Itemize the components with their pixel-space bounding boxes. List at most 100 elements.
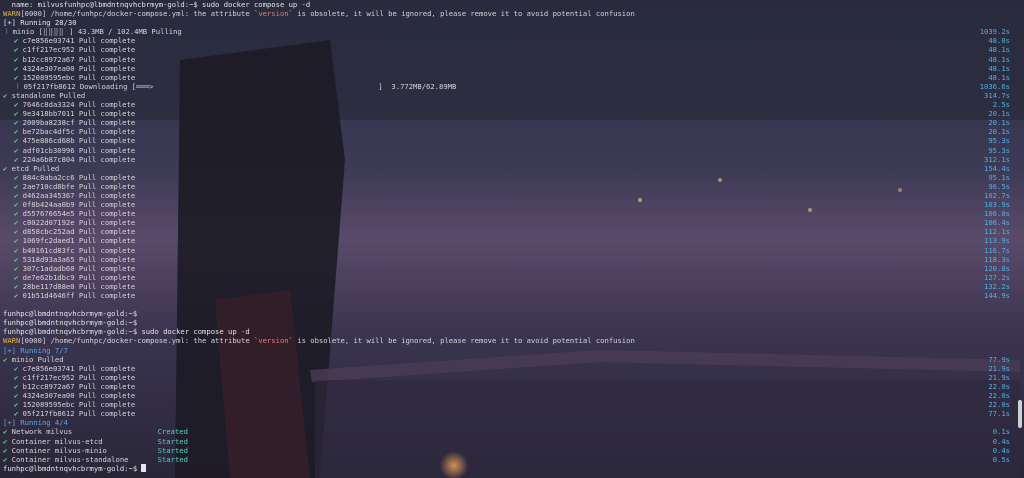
check-icon: ✔ <box>14 127 23 137</box>
check-icon: ✔ <box>14 209 23 219</box>
elapsed-time: 0.4s <box>992 436 1010 446</box>
elapsed-time: 312.1s <box>984 154 1010 164</box>
elapsed-time: 106.4s <box>984 218 1010 228</box>
elapsed-time: 132.2s <box>984 281 1010 291</box>
terminal-line: ✔ c7e856e03741 Pull complete 21.9s <box>3 364 1015 373</box>
indent: ✔ de7e62b1dbc9 Pull complete <box>3 273 135 282</box>
line-text: funhpc@lbmdntnqvhcbrmym-gold:~$ sudo doc… <box>3 327 250 337</box>
terminal-line: ✔ d557676654e5 Pull complete 106.0s <box>3 209 1015 218</box>
terminal-line: ✔ 05f217fb8612 Pull complete 77.1s <box>3 409 1015 418</box>
terminal-line: funhpc@lbmdntnqvhcbrmym-gold:~$ sudo doc… <box>3 327 1015 336</box>
elapsed-time: 103.9s <box>984 200 1010 210</box>
terminal-line: ✔ 1069fc2daed1 Pull complete 113.9s <box>3 236 1015 245</box>
terminal-line: ✔ 224a6b87c804 Pull complete 312.1s <box>3 155 1015 164</box>
check-icon: ✔ <box>14 363 23 373</box>
indent: ✔ 884c8aba2cc6 Pull complete <box>3 173 135 182</box>
elapsed-time: 77.1s <box>988 409 1010 419</box>
indent: ✔ b12cc8972a67 Pull complete <box>3 55 135 64</box>
layer-status: 28be117d88e0 Pull complete <box>22 281 136 291</box>
check-icon: ✔ <box>14 136 23 146</box>
check-icon: ✔ <box>14 218 23 228</box>
terminal-line: ✔ 2009ba8238cf Pull complete 20.1s <box>3 118 1015 127</box>
terminal-line: ✔ standalone Pulled 314.7s <box>3 91 1015 100</box>
layer-status: 2009ba8238cf Pull complete <box>22 118 136 128</box>
warn-message: [0000] /home/funhpc/docker-compose.yml: … <box>20 9 259 19</box>
terminal-line: funhpc@lbmdntnqvhcbrmym-gold:~$ <box>3 318 1015 327</box>
indent: ⠸ 05f217fb8612 Downloading [═══> ] 3.772… <box>3 82 456 91</box>
terminal-line: ✔ 475e886cd68b Pull complete 95.3s <box>3 136 1015 145</box>
terminal-line: [+] Running 28/30 <box>3 18 1015 27</box>
indent: ✔ d557676654e5 Pull complete <box>3 209 135 218</box>
elapsed-time: 22.0s <box>988 400 1010 410</box>
indent: ✔ 7646c8da3324 Pull complete <box>3 100 135 109</box>
terminal-line: WARN[0000] /home/funhpc/docker-compose.y… <box>3 9 1015 18</box>
check-icon: ✔ <box>14 63 23 73</box>
terminal-line: funhpc@lbmdntnqvhcbrmym-gold:~$ <box>3 309 1015 318</box>
check-icon: ✔ <box>14 109 23 119</box>
check-icon: ✔ <box>14 118 23 128</box>
terminal-line: ✔ Network milvus Created 0.1s <box>3 427 1015 436</box>
terminal-line: ✔ c1ff217ec952 Pull complete 21.9s <box>3 373 1015 382</box>
warn-message-end: ` is obsolete, it will be ignored, pleas… <box>288 336 635 346</box>
version-attribute: version <box>258 9 289 19</box>
terminal-scrollbar[interactable] <box>1018 400 1022 428</box>
indent: ✔ adf01cb30996 Pull complete <box>3 146 135 155</box>
check-icon: ✔ <box>14 254 23 264</box>
image-status: minio Pulled <box>11 354 64 364</box>
terminal-line: ✔ d462aa345367 Pull complete 102.7s <box>3 191 1015 200</box>
terminal-line: ✔ 2ae710cd8bfe Pull complete 96.5s <box>3 182 1015 191</box>
check-icon: ✔ <box>3 427 12 437</box>
indent: ✔ d858cbc252ad Pull complete <box>3 227 135 236</box>
layer-status: c1ff217ec952 Pull complete <box>22 372 136 382</box>
elapsed-time: 22.0s <box>988 391 1010 401</box>
check-icon: ✔ <box>14 272 23 282</box>
terminal-line: ✔ d858cbc252ad Pull complete 112.1s <box>3 227 1015 236</box>
check-icon: ✔ <box>14 100 23 110</box>
terminal-line: ✔ adf01cb30996 Pull complete 95.3s <box>3 146 1015 155</box>
indent: ✔ 475e886cd68b Pull complete <box>3 136 135 145</box>
service-status: Started <box>157 445 188 455</box>
check-icon: ✔ <box>14 245 23 255</box>
layer-status: b12cc8972a67 Pull complete <box>22 381 136 391</box>
terminal-line: ✔ 884c8aba2cc6 Pull complete 95.1s <box>3 173 1015 182</box>
check-icon: ✔ <box>14 145 23 155</box>
elapsed-time: 48.1s <box>988 54 1010 64</box>
check-icon: ✔ <box>14 154 23 164</box>
terminal-line: ✔ 9e3418bb7011 Pull complete 20.1s <box>3 109 1015 118</box>
check-icon: ✔ <box>14 72 23 82</box>
layer-status: 884c8aba2cc6 Pull complete <box>22 172 136 182</box>
terminal-line: ✔ etcd Pulled 154.4s <box>3 164 1015 173</box>
layer-status: 4324e307ea00 Pull complete <box>22 63 136 73</box>
terminal-line: ✔ c1ff217ec952 Pull complete 48.1s <box>3 45 1015 54</box>
check-icon: ✔ <box>14 391 23 401</box>
check-icon: ✔ <box>14 45 23 55</box>
layer-status: 4324e307ea00 Pull complete <box>22 391 136 401</box>
elapsed-time: 95.3s <box>988 145 1010 155</box>
layer-status: c1ff217ec952 Pull complete <box>22 45 136 55</box>
layer-status: 5318d93a3a65 Pull complete <box>22 254 136 264</box>
elapsed-time: 2.5s <box>992 100 1010 110</box>
indent: ✔ 01b51d4646ff Pull complete <box>3 291 135 300</box>
warn-message-end: ` is obsolete, it will be ignored, pleas… <box>288 9 635 19</box>
line-text: name: milvusfunhpc@lbmdntnqvhcbrmym-gold… <box>3 0 311 9</box>
indent: ✔ 224a6b87c804 Pull complete <box>3 155 135 164</box>
elapsed-time: 96.5s <box>988 181 1010 191</box>
terminal-line: ✔ 152089595ebc Pull complete 22.0s <box>3 400 1015 409</box>
layer-status: c8022d07192e Pull complete <box>22 218 136 228</box>
elapsed-time: 77.9s <box>988 354 1010 364</box>
terminal-line: ✔ Container milvus-standalone Started 0.5s <box>3 455 1015 464</box>
service-status: Started <box>157 454 188 464</box>
elapsed-time: 118.3s <box>984 254 1010 264</box>
layer-status: 7646c8da3324 Pull complete <box>22 100 136 110</box>
check-icon: ✔ <box>14 54 23 64</box>
terminal-line: ✔ 01b51d4646ff Pull complete 144.9s <box>3 291 1015 300</box>
indent: ✔ c7e856e03741 Pull complete <box>3 36 135 45</box>
terminal-line: ✔ be72bac4df5c Pull complete 20.1s <box>3 127 1015 136</box>
layer-status: 475e886cd68b Pull complete <box>22 136 136 146</box>
running-status: [+] Running 7/7 <box>3 345 68 355</box>
terminal-line: WARN[0000] /home/funhpc/docker-compose.y… <box>3 336 1015 345</box>
layer-status: c7e856e03741 Pull complete <box>22 363 136 373</box>
indent: ✔ 4324e307ea00 Pull complete <box>3 64 135 73</box>
check-icon: ✔ <box>14 172 23 182</box>
image-status: etcd Pulled <box>11 163 60 173</box>
